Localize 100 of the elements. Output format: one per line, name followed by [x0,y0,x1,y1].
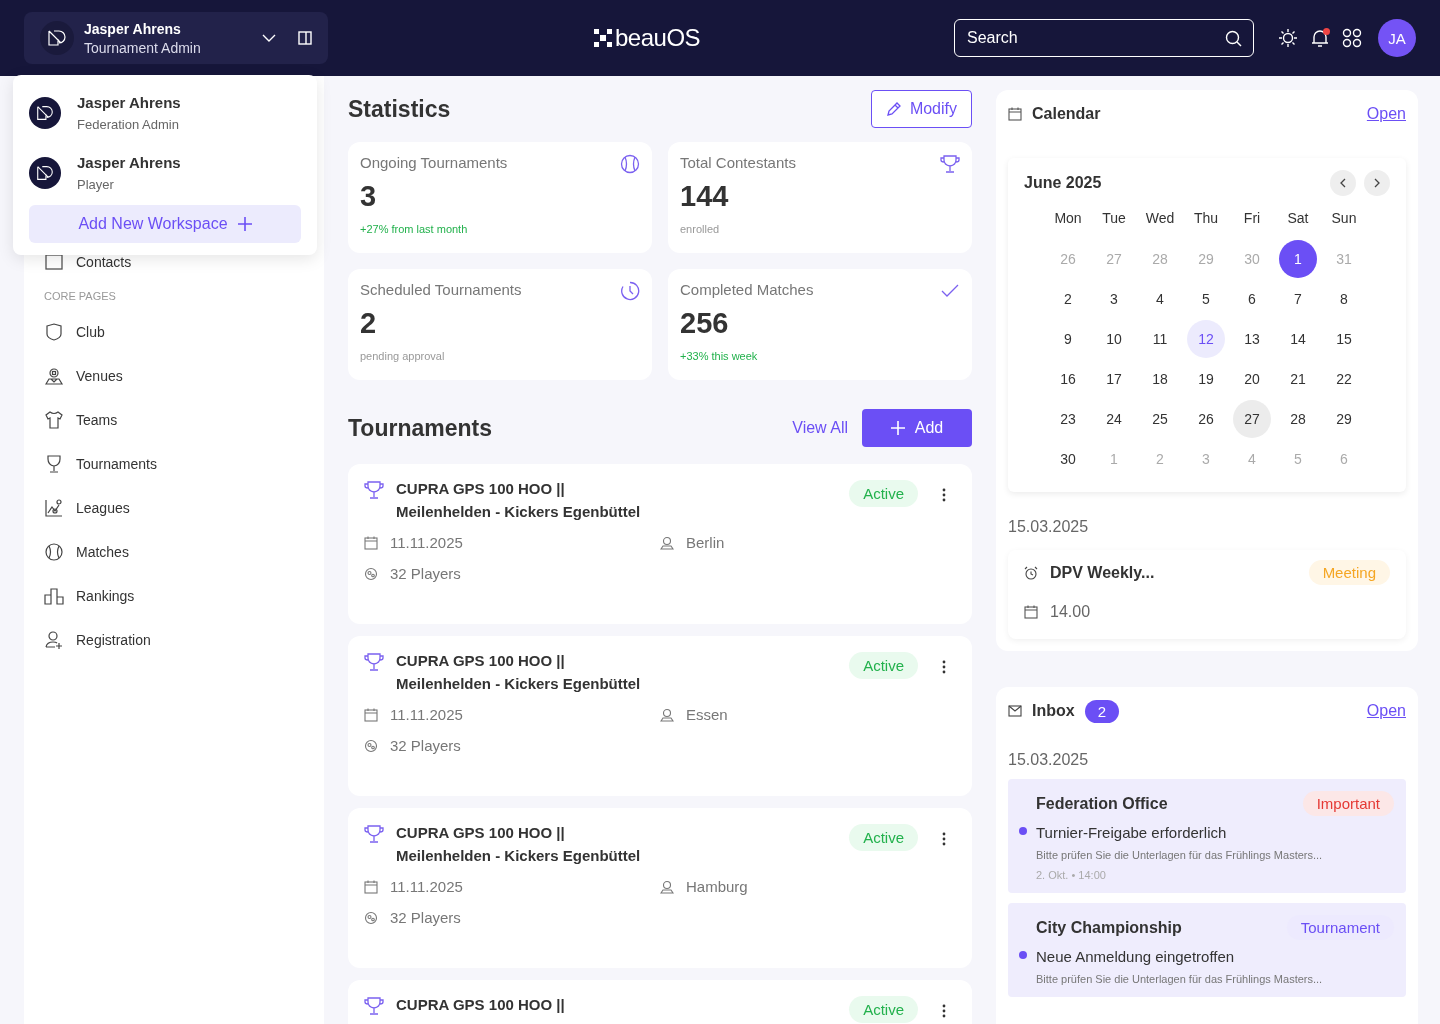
apps-grid-icon[interactable] [1342,28,1362,48]
calendar-day[interactable]: 18 [1141,360,1179,398]
tournament-card[interactable]: CUPRA GPS 100 HOO || Meilenhelden - Kickers Egenbüttel Active 11.11.2025 Berlin 32 Players [348,464,972,624]
search-icon [1225,30,1242,47]
shield-icon [44,322,64,342]
plus-icon [237,217,252,231]
stat-label: Scheduled Tournaments [360,281,522,300]
calendar-day[interactable]: 4 [1141,280,1179,318]
notification-bell-icon[interactable] [1310,28,1330,48]
calendar-day[interactable]: 14 [1279,320,1317,358]
podium-icon [44,586,64,606]
calendar-day[interactable]: 2 [1049,280,1087,318]
calendar-icon [1008,107,1022,121]
view-all-link[interactable]: View All [792,419,848,437]
workspace-logo-icon [29,157,61,189]
stat-value: 256 [680,307,730,340]
tournament-card[interactable]: CUPRA GPS 100 HOO || Meilenhelden - Kickers Egenbüttel Active 11.11.2025 Hamburg 32 Players [348,808,972,968]
location-pin-icon [660,707,674,722]
plus-icon [890,421,905,435]
event-card[interactable]: DPV Weekly... Meeting 14.00 [1008,550,1406,639]
sidebar-item[interactable]: Tournaments [44,442,304,486]
open-link[interactable]: Open [1366,702,1406,720]
ball-icon [364,566,378,581]
calendar-day[interactable]: 30 [1049,440,1087,478]
calendar-day[interactable]: 15 [1325,320,1363,358]
trophy-icon [364,480,384,500]
workspace-name: Jasper Ahrens [77,154,181,171]
calendar-day[interactable]: 17 [1095,360,1133,398]
tournament-card[interactable]: CUPRA GPS 100 HOO || Meilenhelden - Kickers Egenbüttel Active 11.11.2025 Essen 32 Players [348,636,972,796]
section-title: Tournaments [348,414,492,442]
contact-card-icon [44,252,64,272]
workspace-switcher[interactable]: Jasper Ahrens Tournament Admin [24,12,328,64]
workspace-option[interactable]: Jasper Ahrens Player [29,143,301,203]
trophy-icon [44,454,64,474]
sun-icon[interactable] [1278,28,1298,48]
sidebar-item[interactable]: Teams [44,398,304,442]
calendar-day[interactable]: 9 [1049,320,1087,358]
stat-value: 144 [680,180,730,213]
message-card[interactable]: City Championship Tournament Neue Anmeldung eingetroffen Bitte prüfen Sie die Unterlagen für das Frühlings Masters... [1008,903,1406,997]
weekday-label: Thu [1192,210,1220,228]
calendar-day[interactable]: 13 [1233,320,1271,358]
stat-value: 2 [360,307,378,340]
calendar-icon [364,707,378,722]
calendar-day[interactable]: 25 [1141,400,1179,438]
calendar-day[interactable]: 3 [1095,280,1133,318]
status-badge: Active [849,480,918,507]
calendar-day[interactable]: 7 [1279,280,1317,318]
stat-label: Ongoing Tournaments [360,154,508,173]
calendar-day[interactable]: 1 [1279,240,1317,278]
calendar-day[interactable]: 26 [1187,400,1225,438]
add-button[interactable]: Add [862,409,972,447]
panel-title: Inbox [1032,702,1075,720]
tournament-city: Essen [686,706,728,723]
user-avatar[interactable]: JA [1378,19,1416,57]
sidebar-item[interactable]: Matches [44,530,304,574]
calendar-day[interactable]: 29 [1325,400,1363,438]
add-workspace-button[interactable]: Add New Workspace [29,205,301,243]
shirt-icon [44,410,64,430]
stat-note: +27% from last month [360,223,469,235]
stat-label: Total Contestants [680,154,796,173]
weekday-label: Fri [1242,210,1262,228]
more-options-icon[interactable] [942,1004,946,1018]
calendar-day[interactable]: 8 [1325,280,1363,318]
sidebar-item[interactable]: Contacts [44,252,304,272]
more-options-icon[interactable] [942,832,946,846]
more-options-icon[interactable] [942,488,946,502]
message-card[interactable]: Federation Office Important Turnier-Freigabe erforderlich Bitte prüfen Sie die Unterlagen für das Frühlings Masters... 2. Okt. • 14:00 [1008,779,1406,893]
calendar-day[interactable]: 27 [1233,400,1271,438]
calendar-day[interactable]: 12 [1187,320,1225,358]
status-badge: Active [849,996,918,1023]
weekday-label: Sun [1330,210,1358,228]
calendar-day[interactable]: 10 [1095,320,1133,358]
event-tag: Meeting [1308,560,1390,585]
modify-button[interactable]: Modify [870,90,972,128]
calendar-day[interactable]: 20 [1233,360,1271,398]
search-field[interactable]: Search [954,19,1254,57]
sidebar-item[interactable]: Rankings [44,574,304,618]
message-sender: Federation Office [1036,794,1168,813]
calendar-day[interactable]: 5 [1187,280,1225,318]
calendar-day[interactable]: 24 [1095,400,1133,438]
tournament-card[interactable]: CUPRA GPS 100 HOO || Active [348,980,972,1024]
calendar-day[interactable]: 19 [1187,360,1225,398]
sidebar-item[interactable]: Venues [44,354,304,398]
calendar-day[interactable]: 22 [1325,360,1363,398]
sidebar-item[interactable]: Club [44,310,304,354]
calendar-day[interactable]: 16 [1049,360,1087,398]
workspace-option[interactable]: Jasper Ahrens Federation Admin [29,83,301,143]
open-link[interactable]: Open [1366,105,1406,123]
sidebar-item[interactable]: Registration [44,618,304,662]
calendar-day[interactable]: 6 [1233,280,1271,318]
sidebar-toggle-icon[interactable] [298,31,312,45]
calendar-day[interactable]: 23 [1049,400,1087,438]
more-options-icon[interactable] [942,660,946,674]
weekday-label: Wed [1144,210,1176,228]
calendar-day[interactable]: 28 [1279,400,1317,438]
calendar-day[interactable]: 21 [1279,360,1317,398]
trophy-icon [364,652,384,672]
sidebar-item[interactable]: Leagues [44,486,304,530]
trophy-icon [364,824,384,844]
calendar-day[interactable]: 11 [1141,320,1179,358]
